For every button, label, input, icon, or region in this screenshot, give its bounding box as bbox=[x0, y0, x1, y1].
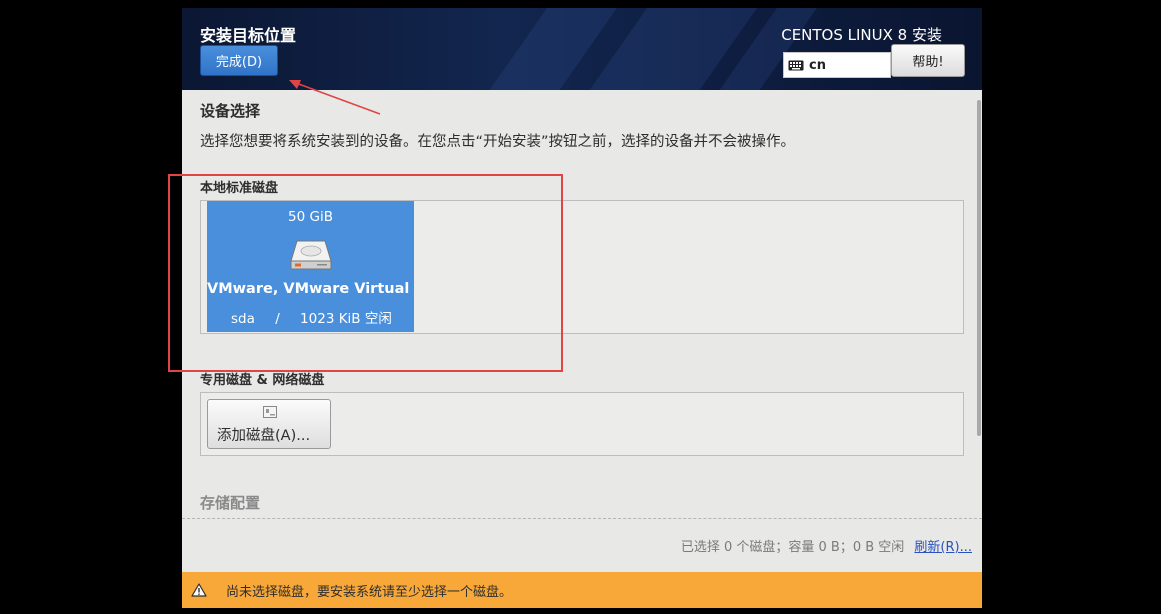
annotation-arrow bbox=[289, 80, 381, 115]
